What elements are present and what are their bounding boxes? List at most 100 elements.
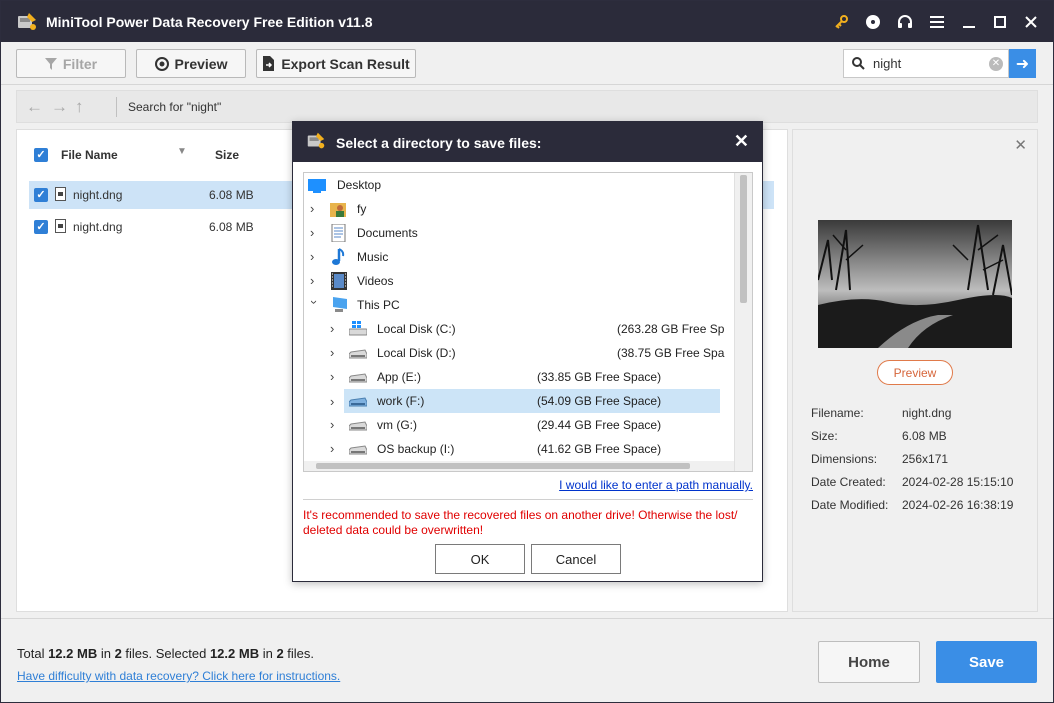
sort-down-icon[interactable]: ▼ [177, 146, 187, 157]
tree-item-label: Music [357, 250, 389, 264]
status-bar: Total 12.2 MB in 2 files. Selected 12.2 … [1, 618, 1053, 702]
clear-search-icon[interactable]: ✕ [989, 57, 1003, 71]
chevron-right-icon[interactable]: › [310, 274, 320, 288]
user-folder-icon [330, 203, 346, 217]
column-size[interactable]: Size [215, 148, 239, 162]
search-input[interactable]: night ✕ [843, 49, 1009, 78]
tree-item-videos[interactable]: › Videos [304, 269, 735, 293]
chevron-right-icon[interactable]: › [330, 346, 340, 360]
file-name: night.dng [73, 220, 123, 234]
select-all-checkbox[interactable]: ✓ [34, 148, 48, 162]
free-space: (29.44 GB Free Space) [537, 418, 662, 432]
manual-path-link[interactable]: I would like to enter a path manually. [559, 478, 753, 492]
tree-item-label: Desktop [337, 178, 382, 192]
export-scan-result-button[interactable]: Export Scan Result [256, 49, 416, 78]
file-icon [55, 187, 66, 201]
desktop-icon [308, 179, 326, 193]
row-checkbox[interactable]: ✓ [34, 188, 48, 202]
totals-in: in [97, 646, 115, 661]
up-icon[interactable]: ↑ [75, 97, 84, 117]
tree-item-documents[interactable]: › Documents [304, 221, 735, 245]
tree-item-label: OS backup (I:) [377, 442, 455, 456]
save-directory-dialog: Select a directory to save files: ✕ Desk… [292, 121, 763, 582]
forward-icon[interactable]: → [51, 97, 68, 117]
computer-icon [333, 297, 347, 312]
free-space: (54.09 GB Free Space) [537, 394, 662, 408]
chevron-right-icon[interactable]: › [330, 394, 340, 409]
selected-suffix: files. [283, 646, 315, 661]
videos-icon [331, 272, 347, 290]
help-link[interactable]: Have difficulty with data recovery? Clic… [17, 669, 340, 683]
chevron-right-icon[interactable]: › [310, 250, 320, 264]
chevron-right-icon[interactable]: › [330, 418, 340, 432]
chevron-right-icon[interactable]: › [330, 442, 340, 456]
headset-icon[interactable] [894, 11, 916, 33]
tree-item-fy[interactable]: › fy [304, 197, 735, 221]
chevron-down-icon[interactable]: › [307, 300, 322, 310]
window-title: MiniTool Power Data Recovery Free Editio… [46, 14, 373, 30]
export-icon [263, 56, 275, 71]
free-space: (33.85 GB Free Space) [537, 370, 662, 384]
home-button[interactable]: Home [818, 641, 920, 683]
scrollbar-thumb[interactable] [740, 175, 747, 303]
drive-icon [349, 445, 367, 455]
tree-item-drive-g[interactable]: › vm (G:) (29.44 GB Free Space) [304, 413, 735, 437]
row-checkbox[interactable]: ✓ [34, 220, 48, 234]
tree-item-drive-f[interactable]: work (F:) (54.09 GB Free Space) [344, 389, 720, 413]
key-icon[interactable] [830, 11, 852, 33]
tree-item-label: vm (G:) [377, 418, 417, 432]
tree-item-desktop[interactable]: Desktop [304, 173, 735, 197]
tree-item-label: This PC [357, 298, 400, 312]
meta-value: 6.08 MB [902, 429, 947, 443]
preview-button[interactable]: Preview [877, 360, 953, 385]
search-go-button[interactable]: ➜ [1009, 49, 1036, 78]
maximize-icon[interactable] [989, 11, 1011, 33]
tree-item-drive-i[interactable]: › OS backup (I:) (41.62 GB Free Space) [304, 437, 735, 461]
preview-toolbar-button[interactable]: Preview [136, 49, 246, 78]
drive-icon [349, 349, 367, 359]
free-space: (38.75 GB Free Spa [617, 346, 725, 360]
file-size: 6.08 MB [209, 188, 254, 202]
preview-label: Preview [174, 55, 228, 72]
minimize-icon[interactable] [958, 11, 980, 33]
chevron-right-icon[interactable]: › [330, 322, 340, 336]
tree-item-drive-c[interactable]: › Local Disk (C:) (263.28 GB Free Sp [304, 317, 735, 341]
column-file-name[interactable]: File Name [61, 148, 118, 162]
close-icon[interactable] [1020, 11, 1042, 33]
back-icon[interactable]: ← [26, 97, 43, 117]
vertical-scrollbar[interactable] [734, 173, 752, 471]
menu-icon[interactable] [926, 11, 948, 33]
ok-button[interactable]: OK [435, 544, 525, 574]
meta-value: 2024-02-26 16:38:19 [902, 498, 1014, 512]
selected-in: in [259, 646, 277, 661]
tree-item-drive-d[interactable]: › Local Disk (D:) (38.75 GB Free Spa [304, 341, 735, 365]
chevron-right-icon[interactable]: › [310, 226, 320, 240]
drive-icon [349, 421, 367, 431]
filter-button[interactable]: Filter [16, 49, 126, 78]
disc-icon[interactable] [862, 11, 884, 33]
tree-item-this-pc[interactable]: › This PC [304, 293, 735, 317]
search-value: night [873, 56, 902, 71]
close-preview-icon[interactable]: ✕ [1014, 136, 1027, 154]
file-icon [55, 219, 66, 233]
horizontal-scrollbar[interactable] [304, 461, 734, 471]
dialog-close-icon[interactable]: ✕ [734, 131, 749, 152]
meta-key: Dimensions: [811, 452, 878, 466]
total-files: 2 [114, 646, 122, 661]
nav-divider [116, 97, 117, 117]
arrow-right-icon: ➜ [1015, 55, 1030, 73]
overwrite-warning: It's recommended to save the recovered f… [303, 508, 738, 537]
tree-item-drive-e[interactable]: › App (E:) (33.85 GB Free Space) [304, 365, 735, 389]
tree-item-label: fy [357, 202, 367, 216]
cancel-button[interactable]: Cancel [531, 544, 621, 574]
chevron-right-icon[interactable]: › [330, 370, 340, 384]
chevron-right-icon[interactable]: › [310, 202, 320, 216]
drive-icon [349, 373, 367, 383]
filter-icon [44, 57, 57, 70]
save-button[interactable]: Save [936, 641, 1037, 683]
app-window: MiniTool Power Data Recovery Free Editio… [0, 0, 1054, 703]
tree-item-music[interactable]: › Music [304, 245, 735, 269]
drive-icon [349, 397, 367, 407]
scrollbar-thumb[interactable] [316, 463, 690, 469]
app-logo-icon [307, 132, 325, 149]
